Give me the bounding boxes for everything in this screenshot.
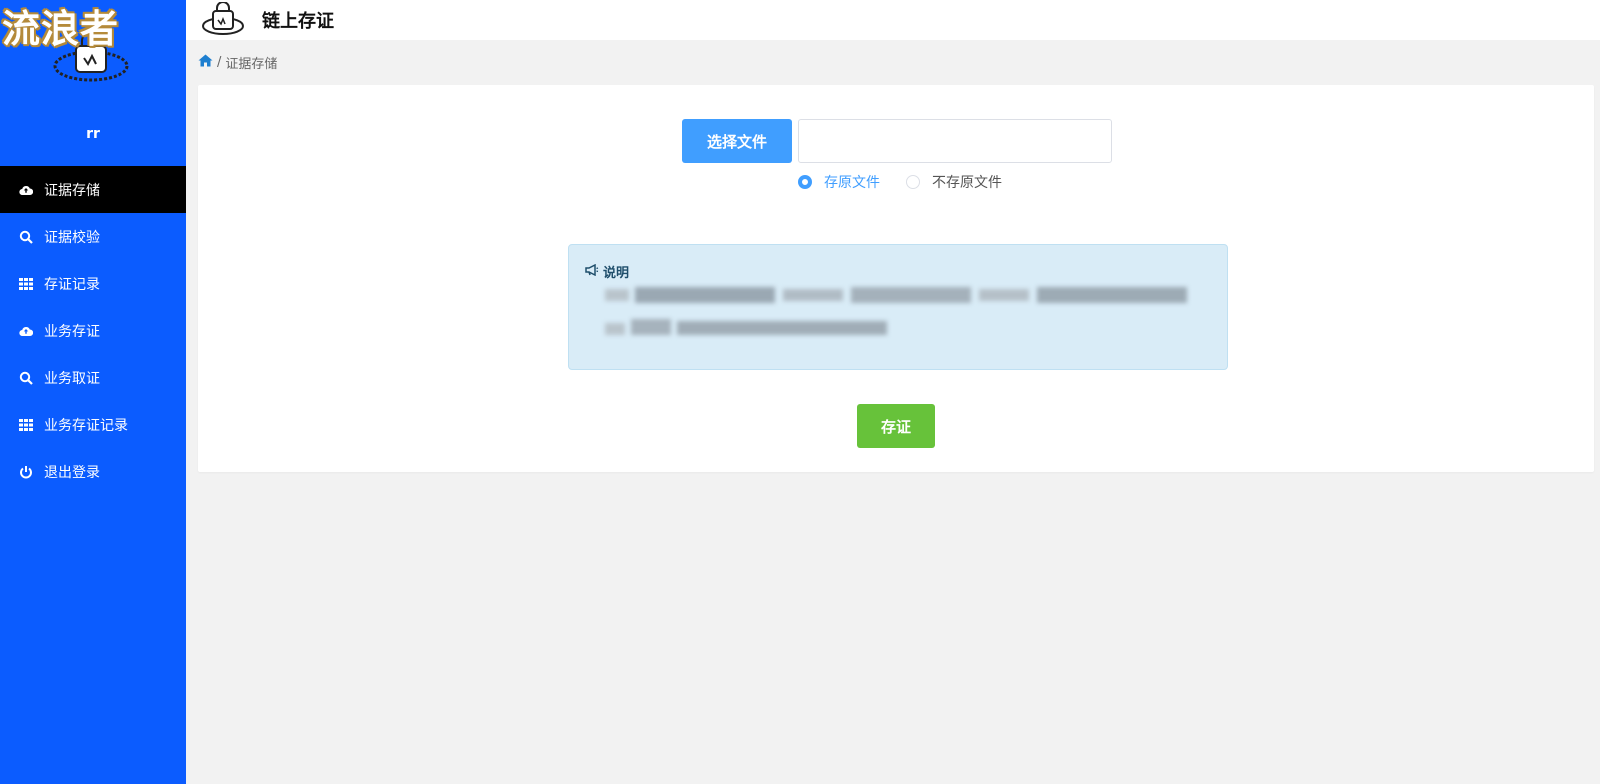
breadcrumb: / 证据存储 — [198, 52, 277, 72]
main-card: 选择文件 存原文件 不存原文件 说明 存证 — [198, 85, 1594, 472]
app-logo-icon — [202, 2, 244, 35]
header: 链上存证 — [186, 0, 1600, 40]
sidebar-item-label: 业务存证 — [44, 323, 100, 340]
grid-icon — [18, 276, 34, 292]
sidebar-item-business-retrieve[interactable]: 业务取证 — [0, 354, 186, 401]
sidebar-item-label: 证据存储 — [44, 182, 100, 199]
file-upload-row: 选择文件 — [682, 119, 1112, 163]
sidebar-item-evidence-records[interactable]: 存证记录 — [0, 260, 186, 307]
radio-checked-icon — [798, 175, 812, 189]
radio-label: 存原文件 — [824, 175, 880, 191]
power-icon — [18, 464, 34, 480]
storage-option-group: 存原文件 不存原文件 — [798, 172, 1028, 192]
save-evidence-button[interactable]: 存证 — [857, 404, 935, 448]
sidebar-item-logout[interactable]: 退出登录 — [0, 448, 186, 495]
sidebar-item-label: 证据校验 — [44, 229, 100, 246]
search-icon — [18, 370, 34, 386]
cloud-upload-icon — [18, 323, 34, 339]
sidebar-item-business-records[interactable]: 业务存证记录 — [0, 401, 186, 448]
sidebar-item-evidence-verify[interactable]: 证据校验 — [0, 213, 186, 260]
sidebar-item-label: 退出登录 — [44, 464, 100, 481]
sidebar-item-label: 业务取证 — [44, 370, 100, 387]
blurred-text-placeholder — [605, 287, 1187, 335]
megaphone-icon — [585, 263, 599, 280]
sidebar-item-label: 存证记录 — [44, 276, 100, 293]
search-icon — [18, 229, 34, 245]
user-name: rr — [86, 126, 100, 142]
breadcrumb-separator: / — [217, 54, 222, 70]
sidebar-item-evidence-store[interactable]: 证据存储 — [0, 166, 186, 213]
radio-label: 不存原文件 — [932, 175, 1002, 191]
sidebar: 流浪者 rr 证据存储 证据校验 存证记录 业务存证 业务取证 业务存证记录 退… — [0, 0, 186, 784]
file-name-input[interactable] — [798, 119, 1112, 163]
sidebar-menu: 证据存储 证据校验 存证记录 业务存证 业务取证 业务存证记录 退出登录 — [0, 166, 186, 495]
cloud-upload-icon — [18, 182, 34, 198]
sidebar-item-business-store[interactable]: 业务存证 — [0, 307, 186, 354]
notice-title: 说明 — [603, 266, 630, 281]
radio-unchecked-icon — [906, 175, 920, 189]
home-icon[interactable] — [198, 54, 213, 71]
grid-icon — [18, 417, 34, 433]
choose-file-button[interactable]: 选择文件 — [682, 119, 792, 163]
radio-no-store-original[interactable]: 不存原文件 — [906, 172, 1002, 192]
page-title: 链上存证 — [262, 11, 334, 32]
notice-box: 说明 — [568, 244, 1228, 370]
watermark-text: 流浪者 — [2, 7, 120, 51]
radio-store-original[interactable]: 存原文件 — [798, 172, 880, 192]
breadcrumb-current: 证据存储 — [225, 56, 278, 72]
notice-header: 说明 — [585, 262, 629, 281]
sidebar-item-label: 业务存证记录 — [44, 417, 128, 434]
